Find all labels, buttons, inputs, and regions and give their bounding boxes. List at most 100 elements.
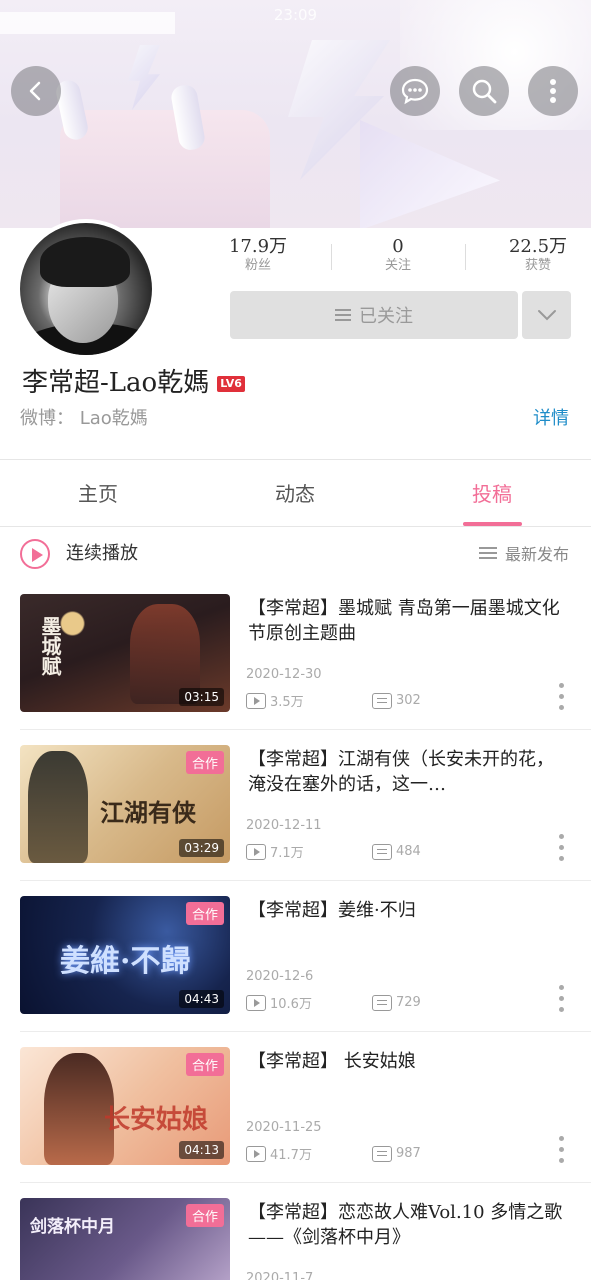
play-circle-icon[interactable]	[20, 539, 50, 569]
profile-stats: 17.9万 粉丝 0 关注 22.5万 获赞	[229, 236, 570, 282]
video-title[interactable]: 【李常超】墨城赋 青岛第一届墨城文化节原创主题曲	[248, 596, 568, 646]
thumb-title: 长安姑娘	[104, 1105, 209, 1135]
play-count-icon	[246, 692, 266, 709]
video-duration: 04:43	[179, 990, 224, 1008]
play-count-icon	[246, 843, 266, 860]
video-date: 2020-11-7	[246, 1271, 314, 1280]
video-duration: 03:29	[179, 839, 224, 857]
danmaku-count: 484	[396, 844, 421, 859]
video-item[interactable]: 江湖有侠 合作 03:29 【李常超】江湖有侠（长安未开的花，淹没在塞外的话，这…	[0, 730, 591, 881]
menu-lines-icon	[335, 309, 351, 321]
video-stats: 41.7万 987	[246, 1144, 421, 1163]
danmaku-count: 987	[396, 1146, 421, 1161]
status-bar-redacted	[0, 12, 175, 34]
collab-badge: 合作	[185, 751, 224, 774]
search-button[interactable]	[459, 66, 509, 116]
status-bar: 23:09	[0, 6, 591, 34]
chat-bubble-icon	[401, 78, 429, 105]
danmaku-icon	[372, 1145, 392, 1162]
username-text: 李常超-Lao乾媽	[22, 368, 210, 398]
following-label: 关注	[384, 258, 411, 273]
likes-stat: 22.5万 获赞	[493, 236, 583, 274]
danmaku-count: 729	[396, 995, 421, 1010]
video-more-button[interactable]	[557, 683, 565, 713]
video-more-button[interactable]	[557, 985, 565, 1015]
thumb-figure	[28, 751, 88, 863]
video-date: 2020-12-6	[246, 969, 314, 984]
video-more-button[interactable]	[557, 1136, 565, 1166]
danmaku-group: 484	[372, 843, 421, 860]
play-count-icon	[246, 1145, 266, 1162]
danmaku-group: 302	[372, 692, 421, 709]
message-button[interactable]	[390, 66, 440, 116]
video-title[interactable]: 【李常超】姜维·不归	[248, 898, 568, 923]
avatar-hair	[40, 237, 130, 287]
continuous-play-label[interactable]: 连续播放	[66, 539, 138, 565]
video-stats: 7.1万 484	[246, 842, 421, 861]
banner-triangle	[360, 120, 500, 228]
banner-bolt	[128, 45, 160, 110]
fans-stat[interactable]: 17.9万 粉丝	[213, 236, 303, 274]
video-more-button[interactable]	[557, 834, 565, 864]
video-thumbnail[interactable]: 墨城赋 03:15	[20, 594, 230, 712]
video-item[interactable]: 墨城赋 03:15 【李常超】墨城赋 青岛第一届墨城文化节原创主题曲 2020-…	[0, 579, 591, 730]
danmaku-icon	[372, 692, 392, 709]
video-title[interactable]: 【李常超】恋恋故人难Vol.10 多情之歌——《剑落杯中月》	[248, 1200, 568, 1250]
tab-home[interactable]: 主页	[38, 478, 158, 507]
fans-count: 17.9万	[228, 236, 288, 257]
video-thumbnail[interactable]: 江湖有侠 合作 03:29	[20, 745, 230, 863]
thumb-title: 剑落杯中月	[30, 1217, 115, 1237]
thumb-title: 姜維·不歸	[60, 944, 191, 979]
likes-count: 22.5万	[508, 236, 568, 257]
thumb-title: 江湖有侠	[100, 798, 196, 827]
following-count: 0	[392, 236, 404, 257]
follow-dropdown-button[interactable]	[522, 291, 571, 339]
banner-block	[60, 110, 270, 228]
status-time: 23:09	[273, 6, 318, 24]
video-title[interactable]: 【李常超】江湖有侠（长安未开的花，淹没在塞外的话，这一…	[248, 747, 568, 797]
danmaku-group: 729	[372, 994, 421, 1011]
following-button[interactable]: 已关注	[230, 291, 518, 339]
play-count: 10.6万	[270, 997, 312, 1012]
sort-label: 最新发布	[504, 545, 569, 564]
back-button[interactable]	[11, 66, 61, 116]
video-item[interactable]: 长安姑娘 合作 04:13 【李常超】 长安姑娘 2020-11-25 41.7…	[0, 1032, 591, 1183]
more-options-button[interactable]	[528, 66, 578, 116]
detail-link[interactable]: 详情	[533, 404, 569, 430]
username: 李常超-Lao乾媽 LV6	[22, 362, 245, 399]
video-date: 2020-11-25	[246, 1120, 322, 1135]
video-stats: 10.6万 729	[246, 993, 421, 1012]
video-duration: 04:13	[179, 1141, 224, 1159]
tab-submissions[interactable]: 投稿	[432, 478, 552, 507]
more-vertical-icon	[550, 79, 556, 103]
play-count: 3.5万	[270, 695, 304, 710]
thumb-title: 墨城赋	[38, 616, 62, 676]
sort-button[interactable]: 最新发布	[478, 541, 569, 565]
danmaku-icon	[372, 843, 392, 860]
search-icon	[472, 79, 497, 104]
video-thumbnail[interactable]: 姜維·不歸 合作 04:43	[20, 896, 230, 1014]
level-badge: LV6	[217, 376, 245, 392]
video-date: 2020-12-11	[246, 818, 322, 833]
play-count: 7.1万	[270, 846, 304, 861]
continuous-play-row: 连续播放 最新发布	[0, 527, 591, 579]
fans-label: 粉丝	[244, 258, 271, 273]
video-item[interactable]: 姜維·不歸 合作 04:43 【李常超】姜维·不归 2020-12-6 10.6…	[0, 881, 591, 1032]
likes-label: 获赞	[524, 258, 551, 273]
video-thumbnail[interactable]: 剑落杯中月 合作	[20, 1198, 230, 1280]
following-stat[interactable]: 0 关注	[353, 236, 443, 274]
collab-badge: 合作	[185, 1053, 224, 1076]
video-title[interactable]: 【李常超】 长安姑娘	[248, 1049, 568, 1074]
collab-badge: 合作	[185, 1204, 224, 1227]
danmaku-icon	[372, 994, 392, 1011]
chevron-down-icon	[537, 310, 556, 321]
avatar[interactable]	[16, 219, 156, 359]
video-duration: 03:15	[179, 688, 224, 706]
video-thumbnail[interactable]: 长安姑娘 合作 04:13	[20, 1047, 230, 1165]
collab-badge: 合作	[185, 902, 224, 925]
weibo-info: 微博： Lao乾媽	[20, 408, 148, 429]
danmaku-count: 302	[396, 693, 421, 708]
tab-dynamics[interactable]: 动态	[235, 478, 355, 507]
play-count-icon	[246, 994, 266, 1011]
video-item[interactable]: 剑落杯中月 合作 【李常超】恋恋故人难Vol.10 多情之歌——《剑落杯中月》 …	[0, 1183, 591, 1280]
